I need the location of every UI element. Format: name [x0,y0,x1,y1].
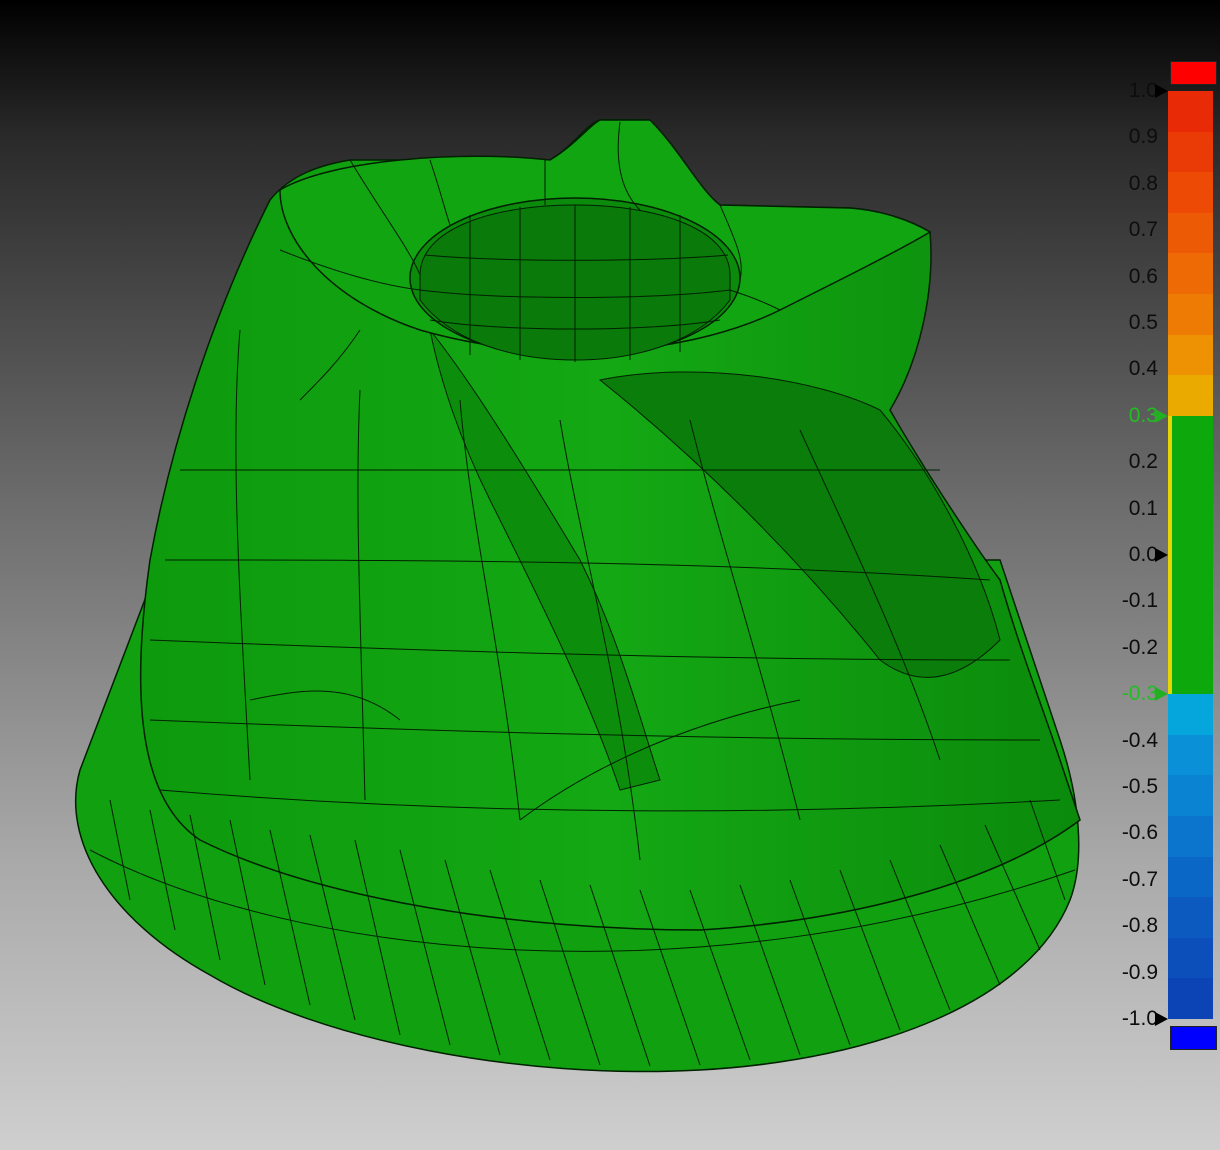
tick-label: -0.4 [1121,728,1158,752]
tick-label: -0.9 [1121,960,1158,984]
threshold-marker-icon[interactable] [1155,548,1168,562]
over-tolerance-swatch [1170,61,1217,85]
color-band [1168,91,1213,133]
threshold-marker-icon[interactable] [1155,408,1168,423]
tick-label: -0.3 [1121,682,1158,706]
tick-label: -0.8 [1121,914,1158,938]
tick-label: -1.0 [1121,1007,1158,1030]
color-band [1168,775,1213,817]
color-scale-legend: 1.0 0.9 0.8 0.7 0.6 0.5 0.4 0.3 0.2 0.1 0.0 -0.1 -0.… [1100,55,1220,1055]
color-band [1168,694,1213,736]
tick-label: 0.6 [1128,264,1158,288]
color-band [1168,375,1213,417]
color-band [1168,253,1213,295]
color-band [1168,212,1213,254]
color-band [1168,816,1213,858]
tick-label: -0.7 [1121,867,1158,891]
tick-label: 0.8 [1128,171,1158,195]
tick-label: -0.2 [1121,635,1158,659]
threshold-marker-icon[interactable] [1155,84,1168,98]
deviation-model[interactable] [0,0,1100,1150]
color-band [1168,734,1213,776]
color-band [1168,978,1213,1020]
tolerance-band [1168,415,1213,695]
tick-label: 0.3 [1128,403,1158,427]
under-tolerance-swatch [1170,1026,1217,1050]
tick-label: 0.0 [1128,543,1158,566]
tick-label: -0.6 [1121,821,1158,845]
tick-label: 0.5 [1128,311,1158,334]
color-band [1168,856,1213,898]
color-band [1168,172,1213,214]
color-band [1168,131,1213,173]
color-band [1168,334,1213,376]
tick-label: 0.4 [1128,357,1158,381]
tick-label: -0.1 [1121,589,1158,613]
tick-label: 0.2 [1128,450,1158,474]
tick-label: -0.5 [1121,775,1158,798]
color-band [1168,937,1213,979]
3d-viewport[interactable]: 1.0 0.9 0.8 0.7 0.6 0.5 0.4 0.3 0.2 0.1 0.0 -0.1 -0.… [0,0,1220,1150]
tick-label: 1.0 [1128,79,1158,102]
threshold-marker-icon[interactable] [1155,687,1168,702]
tick-label: 0.1 [1128,496,1158,520]
color-band [1168,897,1213,939]
threshold-marker-icon[interactable] [1155,1012,1168,1026]
color-band [1168,294,1213,336]
tick-label: 0.7 [1128,218,1158,242]
tick-label: 0.9 [1128,125,1158,149]
